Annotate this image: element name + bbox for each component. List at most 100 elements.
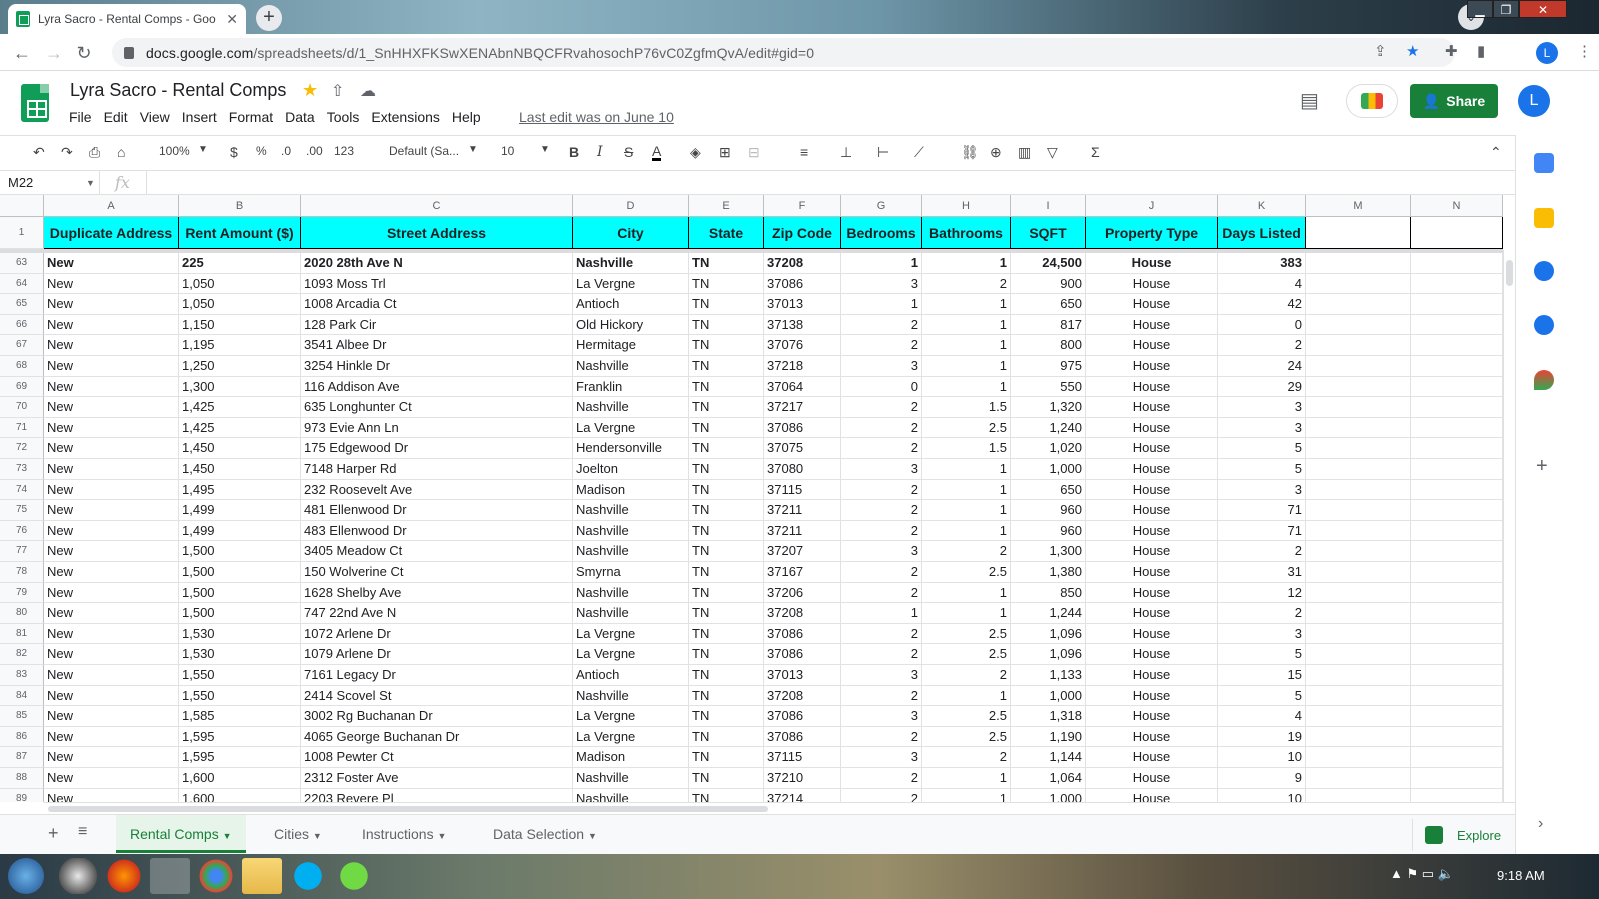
- table-cell[interactable]: New: [44, 747, 179, 768]
- table-cell[interactable]: 1,595: [179, 726, 301, 748]
- empty-cell[interactable]: [1306, 582, 1411, 604]
- table-cell[interactable]: 42: [1218, 294, 1306, 315]
- table-cell[interactable]: New: [44, 417, 179, 439]
- table-cell[interactable]: TN: [689, 623, 764, 645]
- table-cell[interactable]: 3: [841, 459, 922, 480]
- table-cell[interactable]: 1,425: [179, 417, 301, 439]
- table-cell[interactable]: 1,600: [179, 788, 301, 802]
- merge-cells-icon[interactable]: ⊟: [748, 144, 760, 161]
- table-cell[interactable]: New: [44, 479, 179, 501]
- table-cell[interactable]: 1: [922, 582, 1011, 604]
- empty-cell[interactable]: [1306, 273, 1411, 295]
- menu-insert[interactable]: Insert: [176, 108, 223, 128]
- table-cell[interactable]: House: [1086, 768, 1218, 789]
- table-cell[interactable]: 37210: [764, 768, 841, 789]
- table-cell[interactable]: 1,500: [179, 603, 301, 624]
- keep-icon[interactable]: [1534, 208, 1554, 228]
- column-header[interactable]: A: [44, 195, 179, 217]
- column-header[interactable]: G: [841, 195, 922, 217]
- row-header[interactable]: 75: [0, 500, 44, 521]
- column-header[interactable]: E: [689, 195, 764, 217]
- table-cell[interactable]: House: [1086, 479, 1218, 501]
- empty-cell[interactable]: [1306, 417, 1411, 439]
- table-cell[interactable]: New: [44, 438, 179, 459]
- table-cell[interactable]: 2: [841, 685, 922, 707]
- header-cell[interactable]: Bedrooms: [841, 217, 922, 249]
- fill-color-icon[interactable]: ◈: [690, 144, 701, 161]
- last-edit-link[interactable]: Last edit was on June 10: [519, 109, 674, 125]
- table-cell[interactable]: New: [44, 273, 179, 295]
- table-cell[interactable]: 2.5: [922, 644, 1011, 665]
- table-cell[interactable]: TN: [689, 314, 764, 336]
- table-cell[interactable]: 1,320: [1011, 397, 1086, 418]
- table-cell[interactable]: 37086: [764, 273, 841, 295]
- empty-cell[interactable]: [1306, 685, 1411, 707]
- table-cell[interactable]: 2: [922, 273, 1011, 295]
- table-cell[interactable]: 3405 Meadow Ct: [301, 541, 573, 562]
- table-cell[interactable]: 37086: [764, 706, 841, 727]
- table-cell[interactable]: 650: [1011, 294, 1086, 315]
- row-header[interactable]: 66: [0, 314, 44, 336]
- table-cell[interactable]: House: [1086, 541, 1218, 562]
- table-cell[interactable]: 1,530: [179, 623, 301, 645]
- table-cell[interactable]: 37208: [764, 685, 841, 707]
- header-cell[interactable]: Zip Code: [764, 217, 841, 249]
- table-cell[interactable]: 2.5: [922, 623, 1011, 645]
- table-cell[interactable]: New: [44, 356, 179, 377]
- table-cell[interactable]: 2: [1218, 541, 1306, 562]
- empty-cell[interactable]: [1411, 500, 1503, 521]
- table-cell[interactable]: 1,195: [179, 335, 301, 356]
- upwork-icon[interactable]: [334, 858, 374, 894]
- row-header[interactable]: 84: [0, 685, 44, 707]
- table-cell[interactable]: 37167: [764, 562, 841, 583]
- table-cell[interactable]: 1,499: [179, 500, 301, 521]
- row-header[interactable]: 88: [0, 768, 44, 789]
- table-cell[interactable]: 2: [841, 500, 922, 521]
- table-cell[interactable]: TN: [689, 768, 764, 789]
- table-cell[interactable]: 37211: [764, 500, 841, 521]
- table-cell[interactable]: House: [1086, 562, 1218, 583]
- table-cell[interactable]: Hermitage: [573, 335, 689, 356]
- table-cell[interactable]: 10: [1218, 788, 1306, 802]
- row-header[interactable]: 69: [0, 376, 44, 398]
- collapse-toolbar-icon[interactable]: ⌃: [1490, 144, 1502, 161]
- table-cell[interactable]: 37115: [764, 747, 841, 768]
- column-header[interactable]: J: [1086, 195, 1218, 217]
- empty-cell[interactable]: [1411, 768, 1503, 789]
- table-cell[interactable]: 1,000: [1011, 685, 1086, 707]
- table-cell[interactable]: 1,133: [1011, 665, 1086, 686]
- empty-cell[interactable]: [1306, 747, 1411, 768]
- table-cell[interactable]: 1: [922, 335, 1011, 356]
- table-cell[interactable]: 383: [1218, 253, 1306, 274]
- table-cell[interactable]: 1,450: [179, 459, 301, 480]
- maps-icon[interactable]: [1534, 370, 1554, 390]
- empty-cell[interactable]: [1411, 706, 1503, 727]
- empty-cell[interactable]: [1306, 217, 1411, 249]
- table-cell[interactable]: 1,450: [179, 438, 301, 459]
- font-family-select[interactable]: Default (Sa...: [389, 144, 459, 158]
- table-cell[interactable]: 1: [922, 376, 1011, 398]
- table-cell[interactable]: 1,500: [179, 582, 301, 604]
- menu-edit[interactable]: Edit: [98, 108, 134, 128]
- firefox-icon[interactable]: [104, 858, 144, 894]
- table-cell[interactable]: 5: [1218, 685, 1306, 707]
- get-addons-icon[interactable]: +: [1536, 455, 1548, 478]
- browser-tab[interactable]: Lyra Sacro - Rental Comps - Goo ✕: [8, 4, 246, 34]
- table-cell[interactable]: 800: [1011, 335, 1086, 356]
- empty-cell[interactable]: [1306, 335, 1411, 356]
- table-cell[interactable]: 1: [841, 294, 922, 315]
- table-cell[interactable]: TN: [689, 356, 764, 377]
- table-cell[interactable]: 37076: [764, 335, 841, 356]
- empty-cell[interactable]: [1411, 356, 1503, 377]
- menu-view[interactable]: View: [134, 108, 176, 128]
- sheet-tab-rental-comps[interactable]: Rental Comps ▼: [116, 815, 246, 853]
- bookmark-star-icon[interactable]: ★: [1406, 42, 1419, 60]
- explore-button[interactable]: Explore: [1412, 819, 1512, 851]
- table-cell[interactable]: 1: [922, 459, 1011, 480]
- font-dropdown-icon[interactable]: ▼: [468, 144, 478, 155]
- empty-cell[interactable]: [1306, 768, 1411, 789]
- column-header[interactable]: N: [1411, 195, 1503, 217]
- table-cell[interactable]: 2: [841, 520, 922, 542]
- star-icon[interactable]: ★: [302, 80, 318, 101]
- table-cell[interactable]: 1,050: [179, 273, 301, 295]
